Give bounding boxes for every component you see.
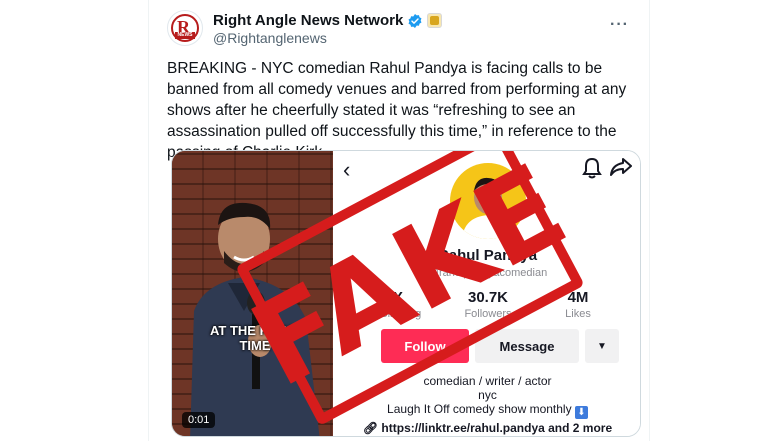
tweet-media[interactable]: AT THE RIGHT TIME 0:01 ‹ Rahul Pandya @r…	[171, 150, 641, 437]
bio-line-3-row: Laugh It Off comedy show monthly ⬇	[333, 402, 640, 419]
back-arrow-icon[interactable]: ‹	[343, 157, 350, 183]
display-name[interactable]: Right Angle News Network	[213, 12, 403, 29]
user-handle[interactable]: @Rightanglenews	[213, 30, 327, 46]
share-arrow-icon[interactable]	[610, 157, 632, 177]
logo-tag: NEWS	[175, 32, 195, 39]
verified-badge-icon[interactable]	[407, 13, 423, 29]
down-arrow-emoji-icon: ⬇	[574, 406, 588, 419]
more-options-icon[interactable]: ···	[610, 16, 629, 34]
affiliate-badge-icon[interactable]	[427, 13, 443, 28]
bio-link-row[interactable]: 🔗︎ https://linktr.ee/rahul.pandya and 2 …	[333, 421, 640, 435]
name-row: Right Angle News Network	[213, 12, 443, 29]
avatar[interactable]: R NEWS	[167, 10, 203, 46]
tweet-header: R NEWS Right Angle News Network @Rightan…	[167, 10, 637, 50]
dropdown-caret-icon[interactable]: ▼	[585, 329, 619, 363]
bio-link[interactable]: https://linktr.ee/rahul.pandya and 2 mor…	[381, 421, 612, 435]
tweet-card: R NEWS Right Angle News Network @Rightan…	[148, 0, 650, 441]
tweet-text: BREAKING - NYC comedian Rahul Pandya is …	[167, 60, 627, 161]
news-logo-icon: R NEWS	[171, 14, 199, 42]
bio-line-3: Laugh It Off comedy show monthly	[387, 402, 572, 416]
video-timestamp: 0:01	[182, 412, 216, 428]
link-chain-icon: 🔗︎	[362, 421, 379, 435]
bell-icon[interactable]	[582, 157, 602, 179]
